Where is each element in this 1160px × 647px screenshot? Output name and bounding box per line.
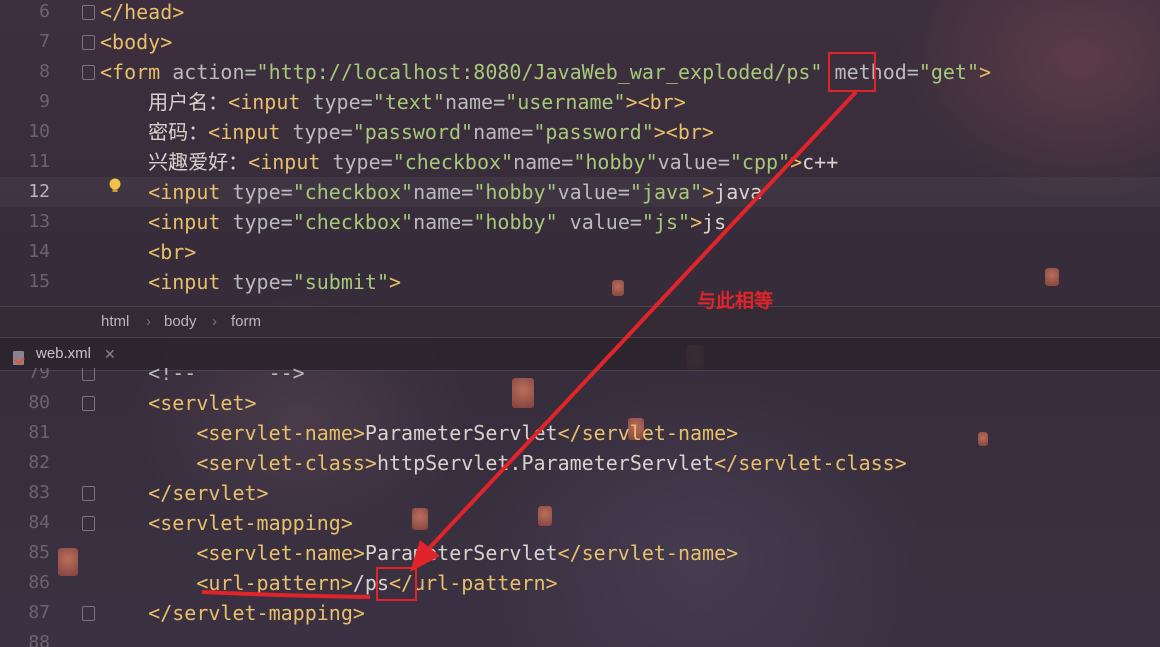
annotation-arrow xyxy=(201,90,858,599)
annotation-label: 与此相等 xyxy=(697,290,774,312)
